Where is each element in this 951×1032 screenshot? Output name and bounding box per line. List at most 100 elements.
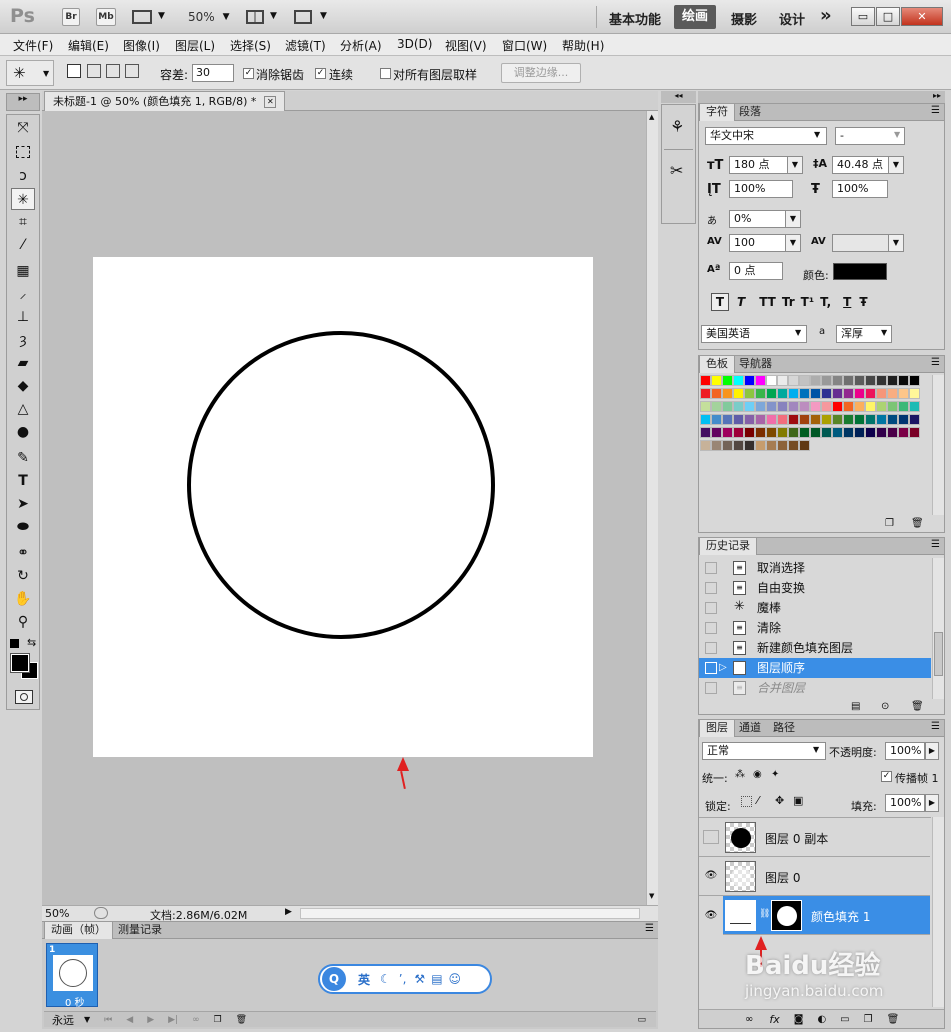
color-swatch[interactable] (777, 375, 788, 386)
clone-source-icon[interactable]: ✂ (670, 161, 683, 180)
color-swatch[interactable] (909, 388, 920, 399)
color-swatch[interactable] (788, 401, 799, 412)
color-swatch[interactable] (788, 414, 799, 425)
color-swatch[interactable] (909, 414, 920, 425)
previous-frame-icon[interactable]: ◀ (126, 1015, 133, 1025)
default-colors-icon[interactable] (10, 639, 19, 648)
color-swatch[interactable] (733, 375, 744, 386)
faux-bold-button[interactable]: T (711, 293, 729, 311)
color-swatch[interactable] (777, 401, 788, 412)
antialias-checkbox[interactable]: ✓ (243, 68, 254, 79)
color-swatch[interactable] (755, 401, 766, 412)
color-swatch[interactable] (711, 440, 722, 451)
color-swatch[interactable] (887, 375, 898, 386)
small-caps-button[interactable]: Tr (782, 295, 795, 309)
bridge-button[interactable]: Br (62, 8, 80, 26)
next-frame-icon[interactable]: ▶| (168, 1015, 178, 1025)
color-swatch[interactable] (865, 375, 876, 386)
color-swatch[interactable] (843, 427, 854, 438)
menu-analysis[interactable]: 分析(A) (340, 37, 382, 54)
color-swatch[interactable] (821, 388, 832, 399)
swap-colors-icon[interactable]: ⇆ (27, 636, 36, 649)
color-swatch[interactable] (744, 440, 755, 451)
color-swatch[interactable] (909, 401, 920, 412)
vertical-scrollbar[interactable]: ▲ ▼ (646, 111, 658, 905)
superscript-button[interactable]: T¹ (801, 295, 814, 309)
tool-preset-picker[interactable]: ✳ ▼ (6, 60, 54, 86)
color-swatch[interactable] (799, 388, 810, 399)
panel-menu-icon[interactable]: ☰ (931, 357, 940, 368)
tab-animation[interactable]: 动画（帧） (44, 922, 113, 939)
canvas-workspace[interactable] (42, 111, 646, 905)
layer-row-selected[interactable]: 👁 ⛓ 颜色填充 1 (699, 896, 930, 935)
history-brush-tool-icon[interactable]: ȝ (11, 329, 35, 351)
menu-file[interactable]: 文件(F) (13, 37, 53, 54)
color-swatch[interactable] (832, 427, 843, 438)
underline-button[interactable]: T (843, 295, 851, 309)
color-swatch[interactable] (788, 440, 799, 451)
color-swatch[interactable] (755, 375, 766, 386)
color-swatch[interactable] (733, 388, 744, 399)
arrange-documents-menu[interactable]: ▼ (246, 9, 280, 25)
subtract-from-selection-icon[interactable] (106, 64, 120, 78)
status-zoom[interactable]: 50% (45, 907, 69, 920)
type-tool-icon[interactable]: T (11, 470, 35, 492)
color-swatch[interactable] (909, 427, 920, 438)
color-swatch[interactable] (832, 401, 843, 412)
chevron-down-icon[interactable]: ▼ (787, 156, 803, 174)
history-item[interactable]: ≡ 新建颜色填充图层 (699, 638, 931, 658)
clone-stamp-tool-icon[interactable]: ⊥ (11, 306, 35, 328)
kerning-input[interactable] (832, 234, 890, 252)
menu-edit[interactable]: 编辑(E) (68, 37, 109, 54)
dock-collapse[interactable]: ◂◂ (661, 91, 696, 103)
chevron-down-icon[interactable]: ▼ (888, 156, 904, 174)
tween-icon[interactable]: ∞ (192, 1015, 200, 1025)
canvas[interactable] (93, 257, 593, 757)
lasso-tool-icon[interactable]: ↄ (11, 165, 35, 187)
new-selection-icon[interactable] (67, 64, 81, 78)
color-swatch[interactable] (733, 414, 744, 425)
foreground-color-swatch[interactable] (10, 653, 30, 673)
color-swatch[interactable] (799, 401, 810, 412)
new-snapshot-icon[interactable]: ⊙ (881, 701, 889, 712)
color-swatch[interactable] (898, 401, 909, 412)
workspace-design[interactable]: 设计 (779, 9, 805, 28)
scroll-down-icon[interactable]: ▼ (649, 892, 654, 900)
color-swatch[interactable] (700, 440, 711, 451)
minimize-button[interactable]: ▭ (851, 7, 875, 26)
tab-swatches[interactable]: 色板 (699, 356, 735, 373)
tracking-input[interactable]: 100 (729, 234, 787, 252)
color-swatch[interactable] (788, 427, 799, 438)
swatch-grid[interactable] (700, 375, 930, 453)
tab-measurement-log[interactable]: 测量记录 (112, 922, 168, 939)
healing-brush-tool-icon[interactable]: ▦ (11, 260, 35, 282)
smile-icon[interactable]: ☺ (449, 972, 462, 986)
delete-state-icon[interactable]: 🗑 (911, 701, 924, 712)
history-item[interactable]: ≡ 取消选择 (699, 558, 931, 578)
color-swatch[interactable] (843, 401, 854, 412)
ime-language[interactable]: 英 (358, 971, 370, 988)
eye-icon[interactable]: 👁 (699, 896, 723, 935)
color-swatch[interactable] (766, 414, 777, 425)
color-swatch[interactable] (788, 375, 799, 386)
chevron-right-icon[interactable]: ▶ (925, 742, 939, 760)
color-swatch[interactable] (766, 440, 777, 451)
menu-layer[interactable]: 图层(L) (175, 37, 215, 54)
layer-row[interactable]: 👁 图层 0 (699, 857, 930, 896)
font-family-select[interactable]: 华文中宋 (705, 127, 827, 145)
move-tool-icon[interactable]: ⤧ (11, 117, 35, 139)
tab-layers[interactable]: 图层 (699, 720, 735, 737)
paint-bucket-tool-icon[interactable]: ◆ (11, 375, 35, 397)
hand-tool-icon[interactable]: ✋ (11, 588, 35, 610)
color-swatch[interactable] (700, 427, 711, 438)
color-swatch[interactable] (788, 388, 799, 399)
zoom-tool-icon[interactable]: ⚲ (11, 611, 35, 633)
adjustment-layer-icon[interactable]: ◐ (817, 1014, 826, 1025)
color-swatch[interactable] (711, 401, 722, 412)
eraser-tool-icon[interactable]: ▰ (11, 352, 35, 374)
sample-all-layers-checkbox[interactable] (380, 68, 391, 79)
subscript-button[interactable]: T, (820, 295, 831, 309)
color-swatch[interactable] (733, 427, 744, 438)
color-swatch[interactable] (711, 427, 722, 438)
color-swatch[interactable] (755, 427, 766, 438)
